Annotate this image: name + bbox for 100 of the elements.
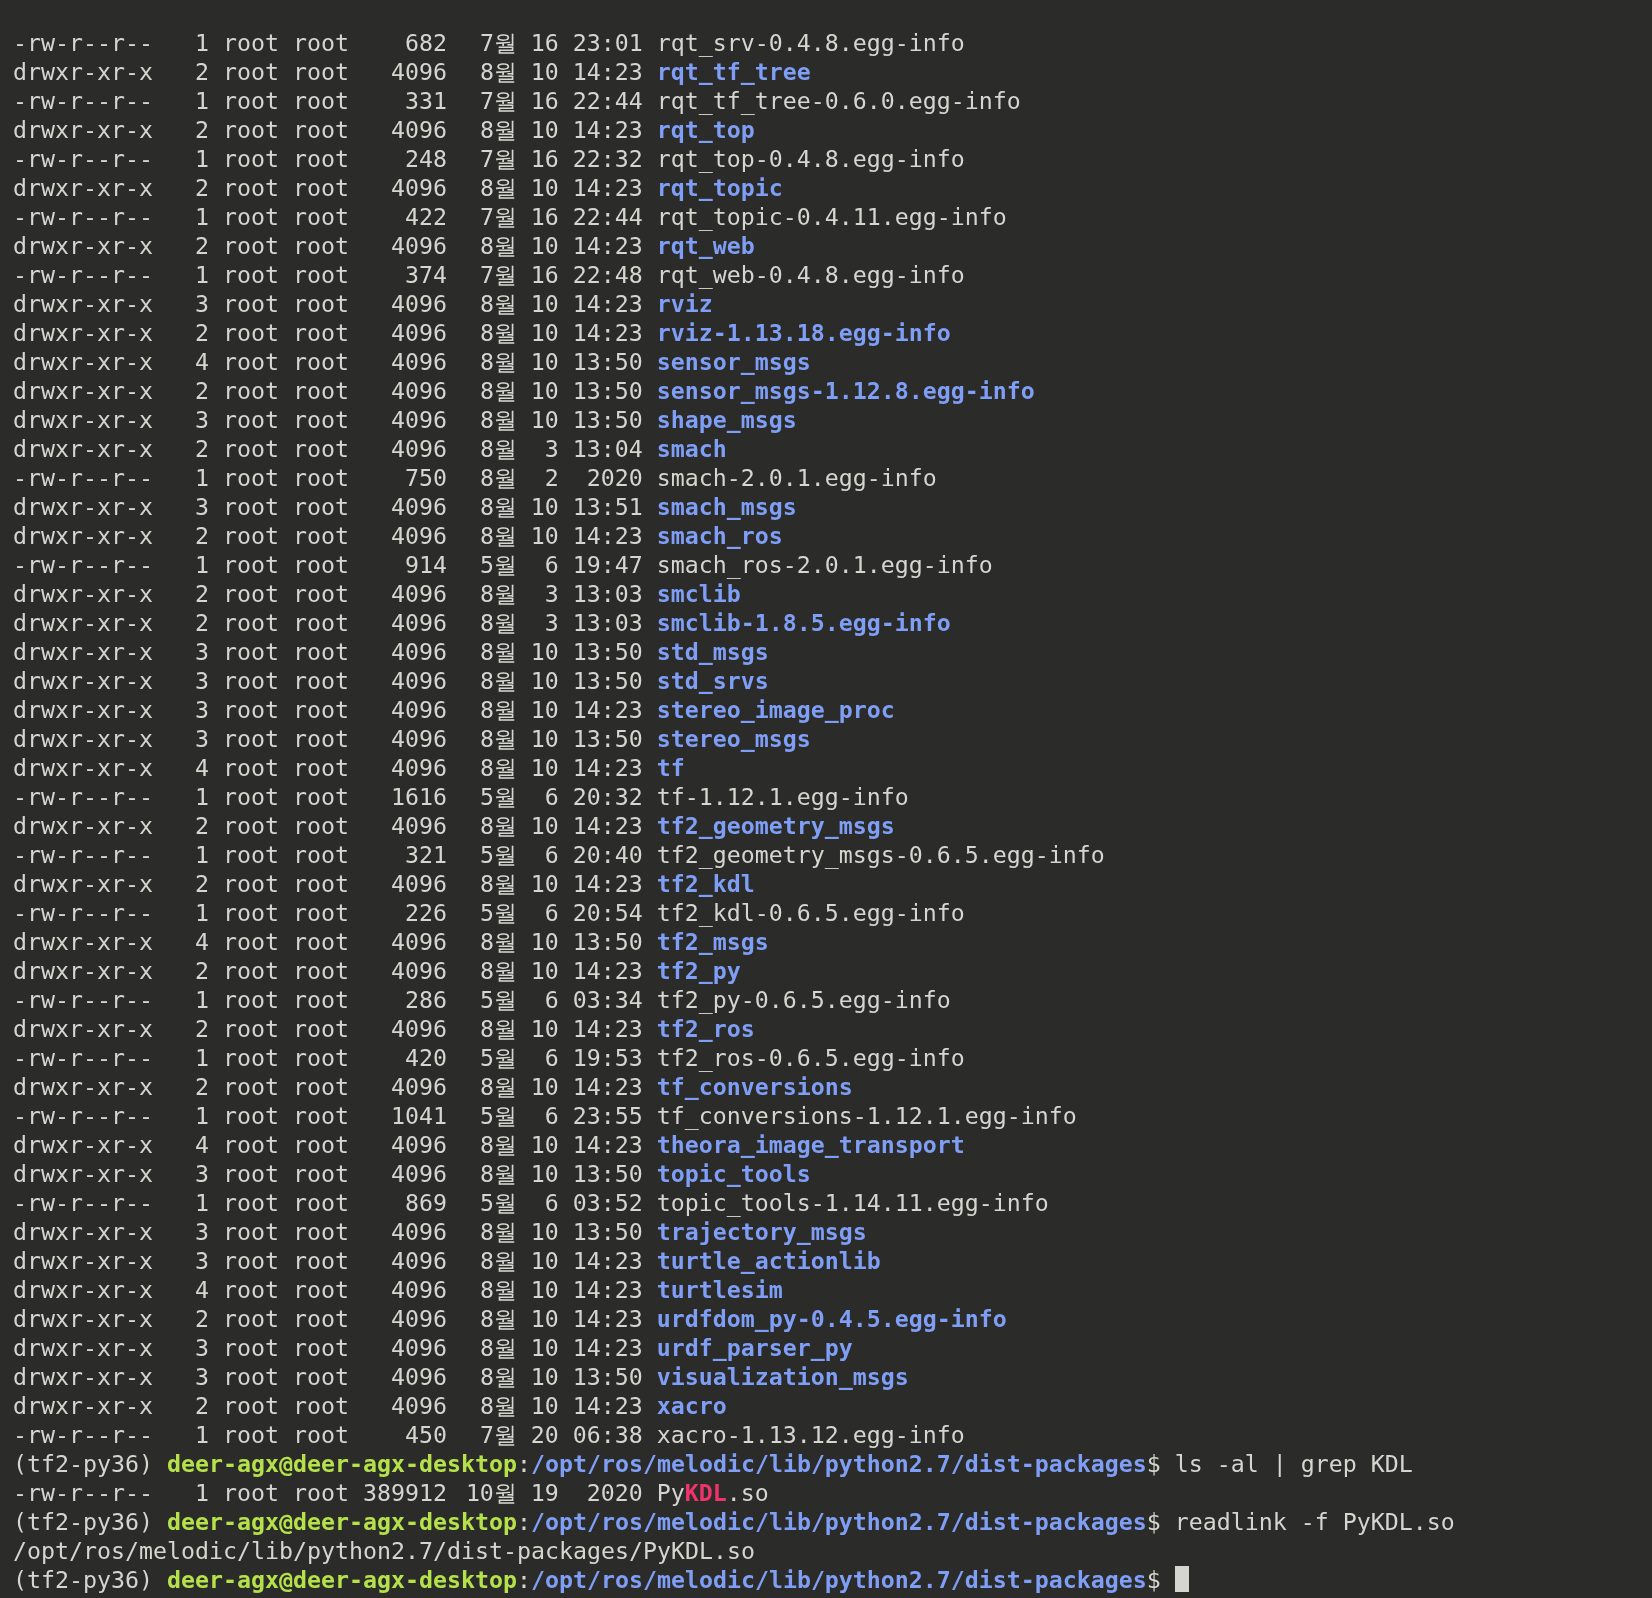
file-name: smach_ros-2.0.1.egg-info: [656, 549, 993, 579]
file-details: -rw-r--r-- 1 root root 1041 5월 6 23:55: [13, 1101, 643, 1131]
file-details: -rw-r--r-- 1 root root 226 5월 6 20:54: [13, 897, 643, 927]
directory-name: tf2_geometry_msgs: [656, 810, 895, 840]
file-details: drwxr-xr-x 2 root root 4096 8월 3 13:04: [13, 433, 643, 463]
directory-name: sensor_msgs: [656, 346, 811, 376]
file-name: rqt_topic-0.4.11.egg-info: [656, 201, 1007, 231]
file-details: -rw-r--r-- 1 root root 374 7월 16 22:48: [13, 259, 643, 289]
file-name: rqt_top-0.4.8.egg-info: [656, 143, 965, 173]
directory-name: stereo_msgs: [656, 723, 811, 753]
directory-name: xacro: [656, 1391, 727, 1421]
file-details: drwxr-xr-x 2 root root 4096 8월 10 14:23: [13, 172, 643, 202]
file-details: drwxr-xr-x 2 root root 4096 8월 10 14:23: [13, 810, 643, 840]
prompt-separator: :: [516, 1507, 531, 1537]
directory-name: rviz: [656, 289, 713, 318]
file-details: -rw-r--r-- 1 root root 1616 5월 6 20:32: [13, 781, 643, 811]
file-details: drwxr-xr-x 4 root root 4096 8월 10 13:50: [13, 927, 643, 956]
file-details: drwxr-xr-x 2 root root 4096 8월 10 14:23: [13, 956, 643, 985]
file-details: drwxr-xr-x 3 root root 4096 8월 10 13:50: [13, 404, 643, 434]
prompt-user: deer-agx@deer-agx-desktop: [166, 1507, 517, 1537]
file-name: topic_tools-1.14.11.egg-info: [656, 1188, 1049, 1218]
file-details: drwxr-xr-x 2 root root 4096 8월 10 14:23: [13, 1072, 643, 1102]
file-details: -rw-r--r-- 1 root root 420 5월 6 19:53: [13, 1043, 643, 1073]
directory-name: trajectory_msgs: [656, 1217, 867, 1247]
file-details: drwxr-xr-x 4 root root 4096 8월 10 13:50: [13, 346, 643, 376]
directory-name: urdf_parser_py: [656, 1333, 853, 1363]
directory-name: tf2_msgs: [656, 927, 769, 956]
file-details: drwxr-xr-x 2 root root 4096 8월 3 13:03: [13, 607, 643, 637]
directory-name: tf_conversions: [656, 1072, 853, 1102]
directory-name: rqt_tf_tree: [656, 57, 811, 86]
file-details: -rw-r--r-- 1 root root 682 7월 16 23:01: [13, 27, 643, 57]
file-details: -rw-r--r-- 1 root root 450 7월 20 06:38: [13, 1420, 643, 1450]
directory-name: urdfdom_py-0.4.5.egg-info: [656, 1304, 1007, 1334]
directory-name: smclib-1.8.5.egg-info: [656, 607, 951, 637]
file-details: drwxr-xr-x 2 root root 4096 8월 10 14:23: [13, 1014, 643, 1044]
file-details: -rw-r--r-- 1 root root 869 5월 6 03:52: [13, 1188, 643, 1218]
prompt-separator: :: [516, 1449, 531, 1479]
file-details: drwxr-xr-x 2 root root 4096 8월 3 13:03: [13, 578, 643, 608]
file-details: -rw-r--r-- 1 root root 321 5월 6 20:40: [13, 839, 643, 869]
directory-name: turtlesim: [656, 1275, 783, 1305]
file-details: drwxr-xr-x 2 root root 4096 8월 10 13:50: [13, 375, 643, 405]
file-details: drwxr-xr-x 4 root root 4096 8월 10 14:23: [13, 1275, 643, 1305]
directory-name: smclib: [656, 579, 741, 608]
file-details: -rw-r--r-- 1 root root 750 8월 2 2020: [13, 462, 643, 492]
file-details: drwxr-xr-x 3 root root 4096 8월 10 13:50: [13, 665, 643, 695]
directory-name: tf: [656, 752, 685, 782]
file-details: drwxr-xr-x 3 root root 4096 8월 10 13:51: [13, 491, 643, 521]
file-name: tf2_geometry_msgs-0.6.5.egg-info: [656, 839, 1105, 869]
prompt-symbol: $: [1146, 1565, 1161, 1595]
file-details: drwxr-xr-x 3 root root 4096 8월 10 14:23: [13, 1333, 643, 1363]
command-text: ls -al | grep KDL: [1174, 1449, 1413, 1479]
file-details: drwxr-xr-x 2 root root 4096 8월 10 14:23: [13, 520, 643, 550]
prompt-path: /opt/ros/melodic/lib/python2.7/dist-packages: [530, 1565, 1147, 1595]
directory-name: std_msgs: [656, 636, 769, 666]
directory-name: std_srvs: [656, 665, 769, 695]
file-details: drwxr-xr-x 3 root root 4096 8월 10 14:23: [13, 1246, 643, 1276]
file-details: drwxr-xr-x 3 root root 4096 8월 10 13:50: [13, 1217, 643, 1247]
prompt-path: /opt/ros/melodic/lib/python2.7/dist-packages: [530, 1449, 1147, 1479]
file-details: -rw-r--r-- 1 root root 331 7월 16 22:44: [13, 85, 643, 115]
output-text: /opt/ros/melodic/lib/python2.7/dist-packages/PyKDL.so: [13, 1536, 755, 1566]
file-details: -rw-r--r-- 1 root root 286 5월 6 03:34: [13, 985, 643, 1015]
file-details: drwxr-xr-x 3 root root 4096 8월 10 13:50: [13, 636, 643, 666]
file-name: xacro-1.13.12.egg-info: [656, 1420, 965, 1450]
file-name: rqt_srv-0.4.8.egg-info: [656, 27, 965, 57]
directory-name: rqt_web: [656, 231, 755, 260]
file-name: PyKDL.so: [656, 1478, 769, 1508]
prompt-symbol: $: [1146, 1507, 1161, 1537]
prompt-env: (tf2-py36): [13, 1449, 153, 1479]
prompt-env: (tf2-py36): [13, 1507, 153, 1537]
directory-name: sensor_msgs-1.12.8.egg-info: [656, 375, 1035, 405]
directory-name: tf2_py: [656, 956, 741, 985]
directory-name: shape_msgs: [656, 404, 797, 434]
file-details: drwxr-xr-x 3 root root 4096 8월 10 14:23: [13, 288, 643, 318]
file-details: drwxr-xr-x 2 root root 4096 8월 10 14:23: [13, 317, 643, 347]
file-name: rqt_tf_tree-0.6.0.egg-info: [656, 85, 1021, 115]
prompt-symbol: $: [1146, 1449, 1161, 1479]
file-details: drwxr-xr-x 2 root root 4096 8월 10 14:23: [13, 868, 643, 898]
prompt-separator: :: [516, 1565, 531, 1595]
file-details: drwxr-xr-x 2 root root 4096 8월 10 14:23: [13, 114, 643, 144]
file-details: drwxr-xr-x 4 root root 4096 8월 10 14:23: [13, 752, 643, 782]
directory-name: stereo_image_proc: [656, 694, 895, 724]
file-details: -rw-r--r-- 1 root root 248 7월 16 22:32: [13, 143, 643, 173]
directory-name: smach_msgs: [656, 491, 797, 521]
prompt-env: (tf2-py36): [13, 1565, 153, 1595]
file-name: tf_conversions-1.12.1.egg-info: [656, 1101, 1077, 1131]
file-details: drwxr-xr-x 2 root root 4096 8월 10 14:23: [13, 1304, 643, 1334]
prompt-path: /opt/ros/melodic/lib/python2.7/dist-packages: [530, 1507, 1147, 1537]
file-details: -rw-r--r-- 1 root root 914 5월 6 19:47: [13, 549, 643, 579]
file-name: tf2_ros-0.6.5.egg-info: [656, 1043, 965, 1073]
file-details: drwxr-xr-x 3 root root 4096 8월 10 13:50: [13, 1159, 643, 1189]
directory-name: turtle_actionlib: [656, 1246, 881, 1276]
file-details: drwxr-xr-x 3 root root 4096 8월 10 13:50: [13, 723, 643, 753]
file-details: drwxr-xr-x 3 root root 4096 8월 10 14:23: [13, 694, 643, 724]
directory-name: tf2_kdl: [656, 869, 755, 898]
directory-name: visualization_msgs: [656, 1362, 909, 1392]
file-details: drwxr-xr-x 2 root root 4096 8월 10 14:23: [13, 1391, 643, 1421]
directory-name: smach_ros: [656, 520, 783, 550]
file-details: drwxr-xr-x 3 root root 4096 8월 10 13:50: [13, 1362, 643, 1392]
file-name: tf2_kdl-0.6.5.egg-info: [656, 897, 965, 927]
directory-name: rqt_topic: [656, 173, 783, 202]
